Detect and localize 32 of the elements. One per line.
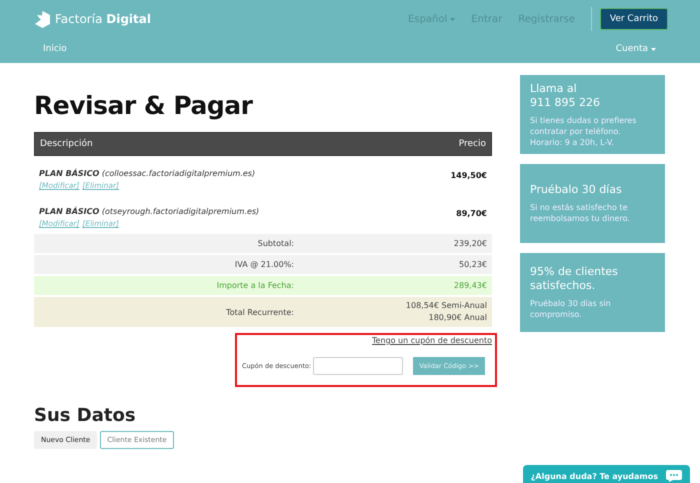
summary-label: Subtotal: [256,239,295,248]
coupon-toggle-link[interactable]: Tengo un cupón de descuento [372,336,492,345]
promo-heading: Llama al 911 895 226 [530,82,601,110]
promo-heading: Pruébalo 30 días [530,183,623,197]
promo-text: Si no estás satisfecho te reembolsamos tu dinero. [530,202,631,224]
summary-value: 289,43€ [454,280,487,292]
promo-text: Si tienes dudas o prefieres contratar por teléfono. Horario: 9 a 20h, L-V. [530,114,638,148]
summary-label: IVA @ 21.00%: [234,260,295,269]
account-menu[interactable]: Cuenta [616,44,656,54]
brand-name[interactable]: Factoría Digital [55,12,151,26]
chat-bubble-icon [666,470,682,482]
summary-value: 50,23€ [459,258,487,270]
summary-label: Total Recurrente: [225,308,295,316]
nav-link[interactable]: Inicio [43,44,67,54]
column-header: Descripción [40,139,93,149]
item-price: 89,70€ [456,209,487,218]
logo-icon [34,10,51,28]
coupon-input-field[interactable] [313,357,404,375]
section-title: Sus Datos [34,405,137,426]
promo-text: Pruébalo 30 días sin compromiso. [530,298,612,320]
item-price: 149,50€ [450,171,487,180]
promo-heading: 95% de clientes satisfechos. [530,265,619,293]
cart-button[interactable]: Ver Carrito [600,8,668,30]
summary-value: 239,20€ [454,238,487,250]
plan-description: PLAN BÁSICO (otseyrough.factoriadigitalpremium.es) [39,207,260,216]
summary-label: Importe a la Fecha: [216,281,295,290]
chat-button[interactable]: ¿Alguna duda? Te ayudamos [522,465,690,483]
summary-value: 108,54€ Semi-Anual [406,300,487,312]
column-header: Precio [458,139,486,149]
page-title: Revisar & Pagar [34,91,254,120]
plan-description: PLAN BÁSICO (colloessac.factoriadigitalpremium.es) [39,169,256,178]
summary-value: 180,90€ Anual [428,312,487,324]
